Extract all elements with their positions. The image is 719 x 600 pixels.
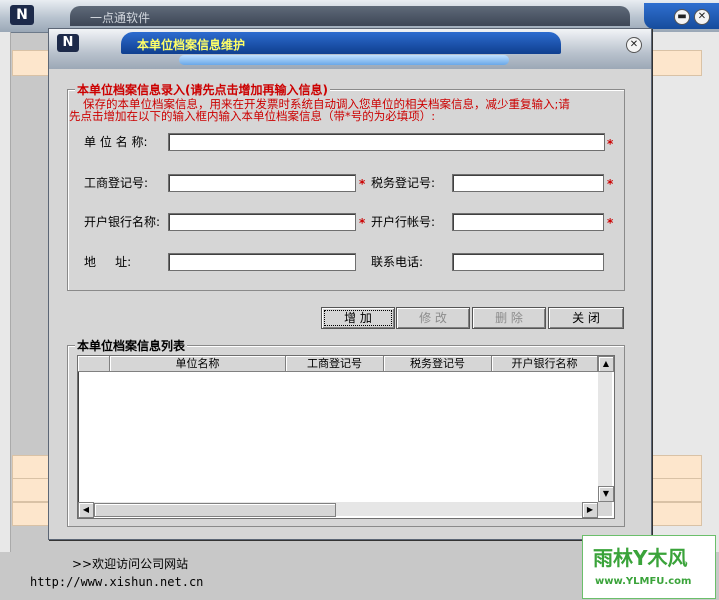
vertical-scrollbar[interactable]: ▲ ▼ bbox=[598, 356, 614, 502]
close-button[interactable]: 关 闭 bbox=[548, 307, 624, 329]
required-mark: * bbox=[607, 177, 614, 191]
background-cell bbox=[650, 478, 702, 502]
main-left-panel bbox=[0, 32, 11, 552]
horizontal-scroll-thumb[interactable] bbox=[94, 503, 336, 517]
horizontal-scrollbar[interactable]: ◀ ▶ bbox=[78, 502, 598, 518]
add-button[interactable]: 增 加 bbox=[321, 307, 395, 329]
entry-note-line2: 先点击增加在以下的输入框内输入本单位档案信息（带*号的为必填项）: bbox=[69, 109, 436, 123]
required-mark: * bbox=[359, 177, 366, 191]
main-title-controls: ▬ ✕ bbox=[644, 3, 719, 29]
archive-dialog: N 本单位档案信息维护 ✕ 本单位档案信息录入(请先点击增加再输入信息) 保存的… bbox=[48, 28, 652, 540]
business-reg-input[interactable] bbox=[168, 174, 356, 192]
background-cell bbox=[12, 478, 49, 502]
background-cell bbox=[650, 455, 702, 479]
address-input[interactable] bbox=[168, 253, 356, 271]
scroll-down-icon[interactable]: ▼ bbox=[598, 486, 614, 502]
dialog-title: 本单位档案信息维护 bbox=[137, 38, 246, 52]
dialog-title-glow bbox=[179, 55, 509, 65]
company-name-input[interactable] bbox=[168, 133, 605, 151]
required-mark: * bbox=[607, 137, 614, 151]
background-cell bbox=[650, 50, 702, 76]
list-header-bank-name[interactable]: 开户银行名称 bbox=[492, 356, 598, 372]
scroll-up-icon[interactable]: ▲ bbox=[598, 356, 614, 372]
dialog-close-icon[interactable]: ✕ bbox=[626, 37, 642, 53]
scroll-right-icon[interactable]: ▶ bbox=[582, 502, 598, 518]
required-mark: * bbox=[607, 216, 614, 230]
bank-account-label: 开户行帐号: bbox=[371, 215, 436, 229]
scrollbar-corner bbox=[598, 502, 612, 516]
dialog-logo-icon: N bbox=[57, 34, 79, 52]
list-header-business-reg[interactable]: 工商登记号 bbox=[286, 356, 384, 372]
bank-account-input[interactable] bbox=[452, 213, 604, 231]
minimize-icon[interactable]: ▬ bbox=[674, 9, 690, 25]
background-cell bbox=[12, 50, 49, 76]
list-group-legend: 本单位档案信息列表 bbox=[75, 337, 188, 354]
address-label: 地 址: bbox=[84, 255, 132, 269]
bank-name-input[interactable] bbox=[168, 213, 356, 231]
list-header-tax-reg[interactable]: 税务登记号 bbox=[384, 356, 492, 372]
phone-input[interactable] bbox=[452, 253, 604, 271]
edit-button[interactable]: 修 改 bbox=[396, 307, 470, 329]
background-cell bbox=[12, 455, 49, 479]
watermark-line1: 雨林Y木风 bbox=[593, 546, 688, 570]
main-title-tab bbox=[70, 6, 630, 26]
app-title: 一点通软件 bbox=[90, 11, 151, 25]
company-name-label: 单 位 名 称: bbox=[84, 135, 148, 149]
background-cell bbox=[12, 502, 49, 526]
watermark-logo: 雨林Y木风 www.YLMFU.com bbox=[582, 535, 716, 599]
dialog-title-bar: N 本单位档案信息维护 ✕ bbox=[49, 29, 651, 69]
company-url-link[interactable]: http://www.xishun.net.cn bbox=[30, 575, 203, 589]
business-reg-label: 工商登记号: bbox=[84, 176, 149, 190]
welcome-link[interactable]: >>欢迎访问公司网站 bbox=[72, 555, 188, 572]
phone-label: 联系电话: bbox=[371, 255, 424, 269]
tax-reg-label: 税务登记号: bbox=[371, 176, 436, 190]
required-mark: * bbox=[359, 216, 366, 230]
list-header-company-name[interactable]: 单位名称 bbox=[110, 356, 286, 372]
watermark-line2: www.YLMFU.com bbox=[595, 576, 692, 587]
delete-button[interactable]: 删 除 bbox=[472, 307, 546, 329]
tax-reg-input[interactable] bbox=[452, 174, 604, 192]
app-logo-icon: N bbox=[10, 5, 34, 25]
background-cell bbox=[650, 502, 702, 526]
archive-list[interactable]: 单位名称 工商登记号 税务登记号 开户银行名称 ▲ ▼ ◀ ▶ bbox=[77, 355, 615, 519]
bank-name-label: 开户银行名称: bbox=[84, 215, 161, 229]
list-header-selector[interactable] bbox=[78, 356, 110, 372]
close-icon[interactable]: ✕ bbox=[694, 9, 710, 25]
scroll-left-icon[interactable]: ◀ bbox=[78, 502, 94, 518]
